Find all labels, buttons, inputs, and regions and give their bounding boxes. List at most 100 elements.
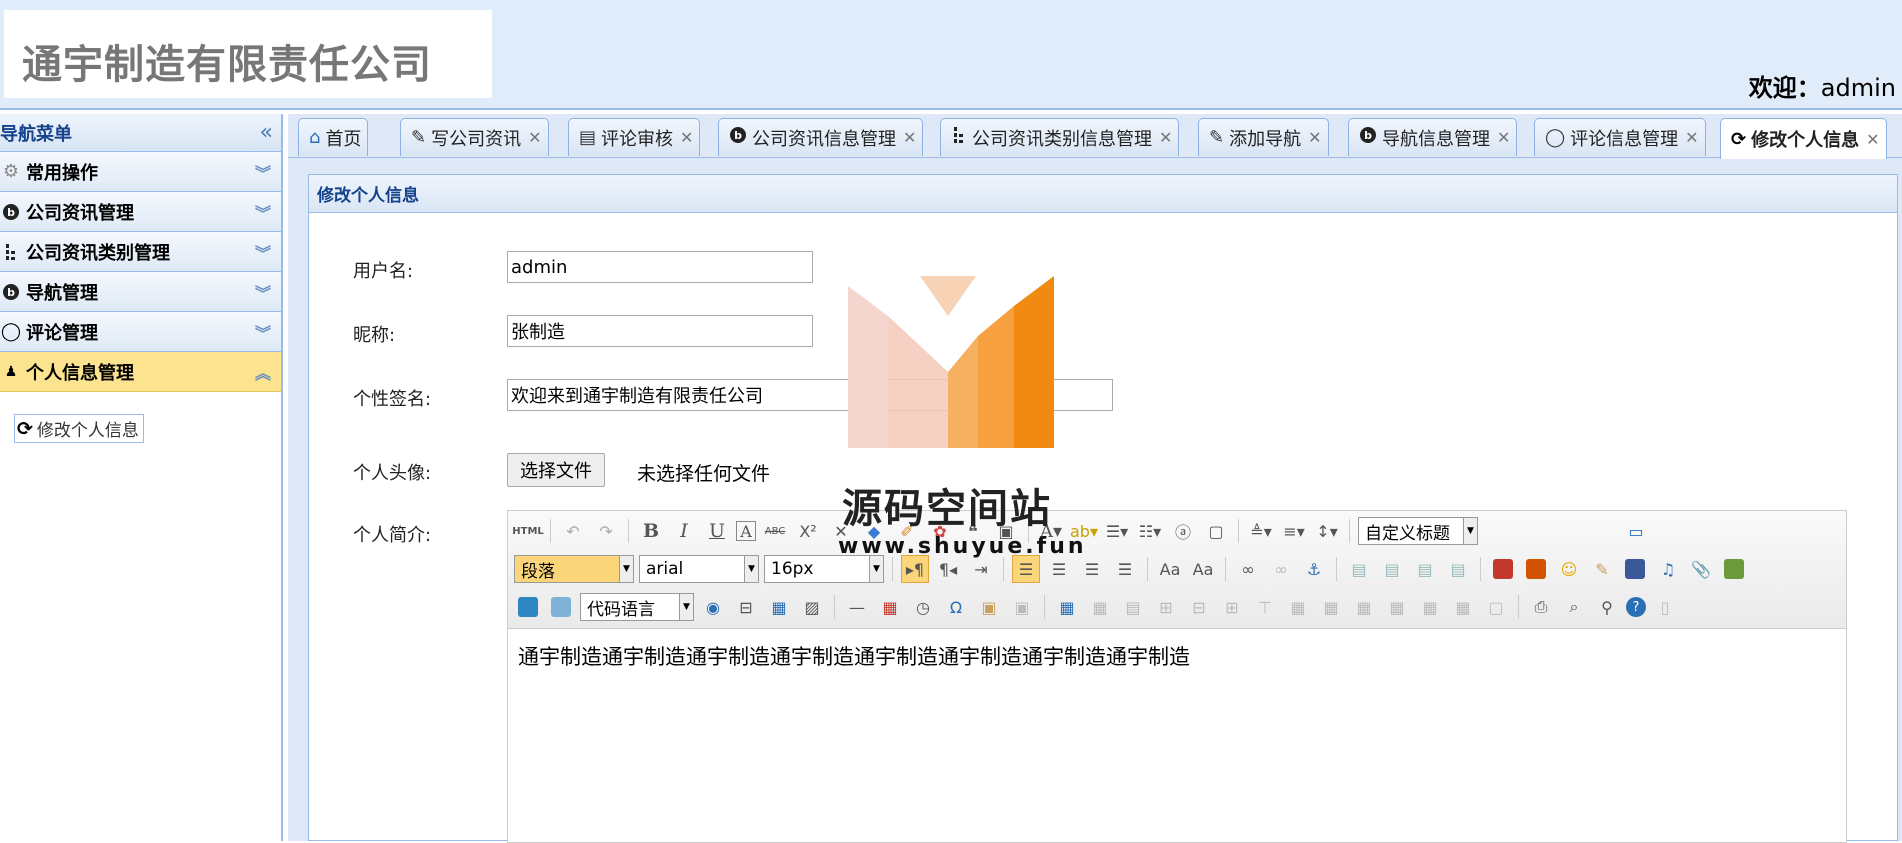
image-center-icon[interactable]: ▤ [1444,555,1472,583]
close-icon[interactable]: ✕ [1159,128,1172,147]
align-justify-icon[interactable]: ☰ [1111,555,1139,583]
font-border-icon[interactable]: A [736,521,756,541]
sidebar-item-profile[interactable]: ♟ 个人信息管理 ︽ [0,352,281,392]
page-break-icon[interactable]: ⊟ [732,593,760,621]
format-match-icon[interactable]: ◆ [860,517,888,545]
italic-icon[interactable]: I [670,517,698,545]
help-icon[interactable]: ? [1626,597,1646,617]
subscript-icon[interactable]: ✕ [827,517,855,545]
select-all-icon[interactable]: ⓐ [1169,517,1197,545]
attachment-icon[interactable]: 📎 [1687,555,1715,583]
close-icon[interactable]: ✕ [1685,128,1698,147]
custom-heading-select[interactable]: 自定义标题 ▼ [1358,517,1478,545]
horizontal-rule-icon[interactable]: — [843,593,871,621]
tab-comment-manage[interactable]: ◯ 评论信息管理 ✕ [1534,118,1706,156]
to-uppercase-icon[interactable]: Aa [1156,555,1184,583]
sidebar-item-news-category[interactable]: 公司资讯类别管理 ︾ [0,232,281,272]
scrawl-icon[interactable]: ✎ [1588,555,1616,583]
back-color-icon[interactable]: ab▾ [1070,517,1098,545]
insert-row-icon[interactable]: ⊞ [1152,593,1180,621]
preview-icon[interactable]: ⌕ [1560,593,1588,621]
drafts-icon[interactable]: ▯ [1651,593,1679,621]
choose-file-button[interactable]: 选择文件 [507,453,605,487]
insert-image-icon[interactable] [1522,555,1550,583]
redo-icon[interactable]: ↷ [592,517,620,545]
sidebar-item-nav[interactable]: b 导航管理 ︾ [0,272,281,312]
auto-format-icon[interactable]: ✿ [926,517,954,545]
html-source-icon[interactable]: HTML [512,517,544,545]
delete-row-icon[interactable]: ⊟ [1185,593,1213,621]
font-color-icon[interactable]: A▾ [1037,517,1065,545]
time-icon[interactable]: ◷ [909,593,937,621]
strikethrough-icon[interactable]: ABC [761,517,789,545]
special-chars-icon[interactable]: Ω [942,593,970,621]
insert-col-icon[interactable]: ⊞ [1218,593,1246,621]
image-none-icon[interactable]: ▤ [1345,555,1373,583]
wordimage-icon[interactable]: ▣ [1008,593,1036,621]
close-icon[interactable]: ✕ [1497,128,1510,147]
web-app-icon[interactable]: ◉ [699,593,727,621]
double-chevron-left-icon[interactable]: « [260,120,273,145]
image-left-icon[interactable]: ▤ [1378,555,1406,583]
tab-add-nav[interactable]: ✎ 添加导航 ✕ [1198,118,1329,156]
emotion-icon[interactable]: ☺ [1555,555,1583,583]
snapscreen-icon[interactable]: ▣ [975,593,1003,621]
close-icon[interactable]: ✕ [1866,130,1879,149]
simple-upload-icon[interactable] [1489,555,1517,583]
direction-ltr-icon[interactable]: ▸¶ [901,555,929,583]
link-icon[interactable]: ∞ [1234,555,1262,583]
align-center-icon[interactable]: ☰ [1045,555,1073,583]
music-icon[interactable]: ♫ [1654,555,1682,583]
paragraph-select[interactable]: 段落 ▼ [514,555,634,583]
insert-video-icon[interactable] [1621,555,1649,583]
tab-write-news[interactable]: ✎ 写公司资讯 ✕ [400,118,549,156]
code-language-select[interactable]: 代码语言 ▼ [580,593,694,621]
delete-col-icon[interactable]: ⊤ [1251,593,1279,621]
nickname-field[interactable] [507,315,813,347]
indent-icon[interactable]: ⇥ [967,555,995,583]
underline-icon[interactable]: U [703,517,731,545]
split-cols-icon[interactable]: ▦ [1449,593,1477,621]
unordered-list-icon[interactable]: ☷▾ [1136,517,1164,545]
close-icon[interactable]: ✕ [680,128,693,147]
gmap-icon[interactable] [547,593,575,621]
editor-content[interactable]: 通宇制造通宇制造通宇制造通宇制造通宇制造通宇制造通宇制造通宇制造 [508,629,1846,683]
align-right-icon[interactable]: ☰ [1078,555,1106,583]
tab-comment-review[interactable]: ▤ 评论审核 ✕ [568,118,701,156]
tab-edit-profile[interactable]: ⟳ 修改个人信息 ✕ [1720,118,1887,159]
image-right-icon[interactable]: ▤ [1411,555,1439,583]
background-icon[interactable]: ▨ [798,593,826,621]
clear-format-icon[interactable]: ✐ [893,517,921,545]
row-spacing-bottom-icon[interactable]: ≡▾ [1280,517,1308,545]
tab-home[interactable]: ⌂ 首页 [298,118,369,156]
chart-icon[interactable]: ▢ [1482,593,1510,621]
split-cells-icon[interactable]: ▦ [1383,593,1411,621]
direction-rtl-icon[interactable]: ¶◂ [934,555,962,583]
sidebar-item-common[interactable]: ⚙ 常用操作 ︾ [0,152,281,192]
close-icon[interactable]: ✕ [528,128,541,147]
blockquote-icon[interactable]: ❝ [959,517,987,545]
to-lowercase-icon[interactable]: Aa [1189,555,1217,583]
font-size-select[interactable]: 16px ▼ [764,555,884,583]
merge-down-icon[interactable]: ▦ [1350,593,1378,621]
delete-table-icon[interactable]: ▦ [1086,593,1114,621]
tab-news-category-manage[interactable]: 公司资讯类别信息管理 ✕ [940,118,1180,156]
superscript-icon[interactable]: X² [794,517,822,545]
tab-news-manage[interactable]: b 公司资讯信息管理 ✕ [718,118,924,156]
font-family-select[interactable]: arial ▼ [639,555,759,583]
ordered-list-icon[interactable]: ☰▾ [1103,517,1131,545]
submenu-edit-profile[interactable]: ⟳ 修改个人信息 [14,414,144,443]
line-height-icon[interactable]: ↕▾ [1313,517,1341,545]
merge-cells-icon[interactable]: ▦ [1284,593,1312,621]
merge-right-icon[interactable]: ▦ [1317,593,1345,621]
undo-icon[interactable]: ↶ [559,517,587,545]
insert-frame-icon[interactable] [1720,555,1748,583]
paste-text-icon[interactable]: ▣ [992,517,1020,545]
align-left-icon[interactable]: ☰ [1012,555,1040,583]
close-icon[interactable]: ✕ [903,128,916,147]
sidebar-item-news[interactable]: b 公司资讯管理 ︾ [0,192,281,232]
template-icon[interactable]: ▦ [765,593,793,621]
tab-nav-manage[interactable]: b 导航信息管理 ✕ [1348,118,1518,156]
close-icon[interactable]: ✕ [1308,128,1321,147]
username-field[interactable] [507,251,813,283]
